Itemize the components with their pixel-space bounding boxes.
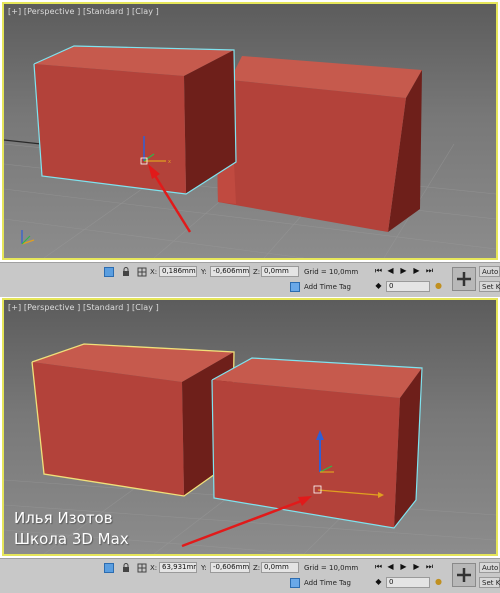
viewport-label[interactable]: [+] [Perspective ] [Standard ] [Clay ] [8, 303, 159, 312]
z-label: Z: [253, 564, 261, 572]
lock-icon[interactable] [121, 563, 131, 573]
next-frame-icon[interactable]: ▶ [412, 266, 421, 276]
axis-tripod [21, 230, 35, 245]
viewport-scene: x [4, 45, 496, 258]
set-key-button[interactable]: Set Ke [479, 281, 500, 292]
absolute-mode-icon[interactable] [137, 563, 147, 573]
watermark-caption-line2: Школа 3D Max [14, 530, 129, 548]
status-bar: X: 63,931mm Y: -0,606mm Z: 0,0mm Grid = … [0, 558, 500, 593]
x-label: X: [150, 564, 158, 572]
auto-key-button[interactable]: Auto Ke [479, 562, 500, 573]
next-frame-icon[interactable]: ▶ [412, 562, 421, 572]
y-coordinate-field[interactable]: -0,606mm [210, 562, 250, 573]
z-coordinate-field[interactable]: 0,0mm [261, 266, 299, 277]
play-icon[interactable]: ▶ [399, 562, 408, 572]
select-icon[interactable] [104, 267, 114, 277]
watermark-caption-line1: Илья Изотов [14, 509, 113, 527]
set-key-button[interactable]: Set Ke [479, 577, 500, 588]
key-filters-icon[interactable]: ● [434, 577, 443, 587]
box-left[interactable] [31, 343, 235, 497]
add-key-icon[interactable] [452, 267, 476, 291]
panel-after: [+] [Perspective ] [Standard ] [Clay ] И… [0, 296, 500, 593]
x-label: X: [150, 268, 158, 276]
time-tag-icon[interactable] [290, 578, 300, 588]
go-end-icon[interactable]: ⏭ [425, 266, 434, 276]
grid-size: Grid = 10,0mm [304, 564, 359, 572]
x-coordinate-field[interactable]: 0,186mm [159, 266, 197, 277]
frame-field[interactable]: 0 [386, 577, 430, 588]
add-time-tag[interactable]: Add Time Tag [304, 579, 351, 587]
box-right[interactable] [216, 56, 422, 232]
key-mode-icon[interactable]: ◆ [374, 281, 383, 291]
lock-icon[interactable] [121, 267, 131, 277]
go-start-icon[interactable]: ⏮ [374, 266, 383, 276]
box-right-selected[interactable] [211, 357, 423, 529]
prev-frame-icon[interactable]: ◀ [386, 562, 395, 572]
key-mode-icon[interactable]: ◆ [374, 577, 383, 587]
y-coordinate-field[interactable]: -0,606mm [210, 266, 250, 277]
box-left-selected[interactable] [33, 45, 237, 195]
z-label: Z: [253, 268, 261, 276]
play-icon[interactable]: ▶ [399, 266, 408, 276]
status-bar: X: 0,186mm Y: -0,606mm Z: 0,0mm Grid = 1… [0, 262, 500, 297]
x-coordinate-field[interactable]: 63,931mm [159, 562, 197, 573]
panel-before: x [+] [Perspective ] [Standard ] [Clay ]… [0, 0, 500, 297]
y-label: Y: [201, 564, 207, 572]
z-coordinate-field[interactable]: 0,0mm [261, 562, 299, 573]
perspective-viewport[interactable]: x [+] [Perspective ] [Standard ] [Clay ] [2, 2, 498, 260]
grid-size: Grid = 10,0mm [304, 268, 359, 276]
frame-field[interactable]: 0 [386, 281, 430, 292]
perspective-viewport[interactable]: [+] [Perspective ] [Standard ] [Clay ] И… [2, 298, 498, 556]
auto-key-button[interactable]: Auto Ke [479, 266, 500, 277]
key-filters-icon[interactable]: ● [434, 281, 443, 291]
svg-text:x: x [168, 159, 171, 165]
prev-frame-icon[interactable]: ◀ [386, 266, 395, 276]
time-tag-icon[interactable] [290, 282, 300, 292]
viewport-label[interactable]: [+] [Perspective ] [Standard ] [Clay ] [8, 7, 159, 16]
add-time-tag[interactable]: Add Time Tag [304, 283, 351, 291]
select-icon[interactable] [104, 563, 114, 573]
go-start-icon[interactable]: ⏮ [374, 562, 383, 572]
absolute-mode-icon[interactable] [137, 267, 147, 277]
add-key-icon[interactable] [452, 563, 476, 587]
y-label: Y: [201, 268, 207, 276]
go-end-icon[interactable]: ⏭ [425, 562, 434, 572]
